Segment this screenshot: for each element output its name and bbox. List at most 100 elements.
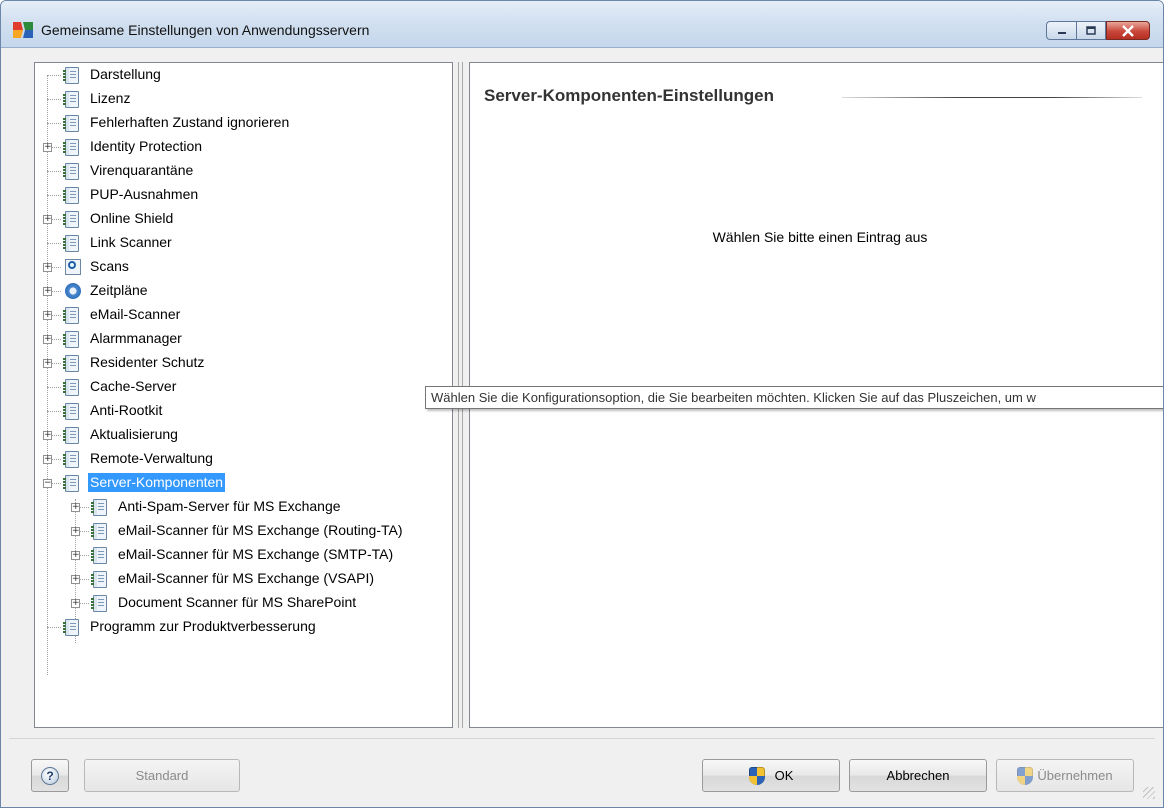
tree-item[interactable]: + eMail-Scanner für MS Exchange (VSAPI): [35, 567, 452, 591]
dialog-body: Darstellung Lizenz Fehlerhaften Zustand ig…: [9, 48, 1163, 799]
doc-icon: [91, 499, 107, 516]
tree-item[interactable]: + eMail-Scanner für MS Exchange (SMTP-TA): [35, 543, 452, 567]
tree-item[interactable]: + Residenter Schutz: [35, 351, 452, 375]
expand-icon[interactable]: +: [43, 287, 52, 296]
tree-connector-line: [47, 123, 61, 124]
tree-item[interactable]: + Document Scanner für MS SharePoint: [35, 591, 452, 615]
tree-item[interactable]: + eMail-Scanner für MS Exchange (Routing-…: [35, 519, 452, 543]
doc-icon: [63, 355, 79, 372]
collapse-icon[interactable]: −: [43, 479, 52, 488]
caption-buttons: [1046, 21, 1150, 40]
tree-item-label: Lizenz: [90, 90, 131, 106]
ok-button[interactable]: OK: [702, 759, 840, 792]
settings-tree[interactable]: Darstellung Lizenz Fehlerhaften Zustand ig…: [34, 62, 453, 728]
tree-item[interactable]: + Identity Protection: [35, 135, 452, 159]
tree-item[interactable]: + Remote-Verwaltung: [35, 447, 452, 471]
standard-button[interactable]: Standard: [84, 759, 240, 792]
empty-selection-message: Wählen Sie bitte einen Eintrag aus: [712, 229, 928, 245]
tree-item-label: Link Scanner: [90, 234, 172, 250]
tree-item-label: eMail-Scanner für MS Exchange (SMTP-TA): [118, 546, 394, 562]
tree-item-label: Server-Komponenten: [88, 473, 226, 492]
tree-item[interactable]: + eMail-Scanner: [35, 303, 452, 327]
tree-item[interactable]: Anti-Rootkit: [35, 399, 452, 423]
doc-icon: [63, 427, 79, 444]
expand-icon[interactable]: +: [43, 335, 52, 344]
apply-button-label: Übernehmen: [1037, 768, 1113, 783]
tree-item-label: Identity Protection: [90, 138, 203, 154]
tree-item[interactable]: Cache-Server: [35, 375, 452, 399]
schedule-icon: [65, 283, 81, 299]
doc-icon: [63, 379, 79, 396]
expand-icon[interactable]: +: [43, 215, 52, 224]
tree-item[interactable]: Lizenz: [35, 87, 452, 111]
tree-item-label: Residenter Schutz: [90, 354, 205, 370]
resize-grip[interactable]: [1143, 787, 1155, 799]
footer-divider: [9, 738, 1155, 739]
tree-item-label: Online Shield: [90, 210, 174, 226]
doc-icon: [63, 307, 79, 324]
tree-item[interactable]: + Scans: [35, 255, 452, 279]
tree-item-label: Scans: [90, 258, 129, 274]
expand-icon[interactable]: +: [43, 263, 52, 272]
tree-item-label: Virenquarantäne: [90, 162, 194, 178]
expand-icon[interactable]: +: [43, 455, 52, 464]
expand-icon[interactable]: +: [43, 359, 52, 368]
maximize-icon: [1086, 25, 1096, 35]
expand-icon[interactable]: +: [71, 551, 80, 560]
tree-connector-line: [47, 411, 61, 412]
tree-connector-line: [47, 243, 61, 244]
tree-item[interactable]: + Aktualisierung: [35, 423, 452, 447]
expand-icon[interactable]: +: [43, 431, 52, 440]
tree-item[interactable]: + Online Shield: [35, 207, 452, 231]
tree-item[interactable]: PUP-Ausnahmen: [35, 183, 452, 207]
expand-icon[interactable]: +: [43, 143, 52, 152]
expand-icon[interactable]: +: [71, 503, 80, 512]
expand-icon[interactable]: +: [43, 311, 52, 320]
cancel-button-label: Abbrechen: [886, 768, 950, 783]
close-icon: [1122, 24, 1134, 37]
tree-item[interactable]: Virenquarantäne: [35, 159, 452, 183]
doc-icon: [63, 235, 79, 252]
tree-item[interactable]: + Alarmmanager: [35, 327, 452, 351]
help-icon: ?: [41, 766, 59, 785]
tree-item[interactable]: Darstellung: [35, 63, 452, 87]
expand-icon[interactable]: +: [71, 527, 80, 536]
minimize-button[interactable]: [1046, 21, 1076, 40]
close-button[interactable]: [1106, 21, 1150, 40]
tree-item-label: Darstellung: [90, 66, 161, 82]
tree-item[interactable]: Programm zur Produktverbesserung: [35, 615, 452, 639]
tree-item[interactable]: Fehlerhaften Zustand ignorieren: [35, 111, 452, 135]
tree-item[interactable]: Link Scanner: [35, 231, 452, 255]
doc-icon: [91, 547, 107, 564]
doc-icon: [63, 211, 79, 228]
tooltip: Wählen Sie die Konfigurationsoption, die…: [425, 386, 1163, 409]
doc-icon: [91, 595, 107, 612]
tree-item[interactable]: − Server-Komponenten: [35, 471, 452, 495]
doc-icon: [63, 115, 79, 132]
tree-connector-line: [47, 99, 61, 100]
tree-item[interactable]: + Zeitpläne: [35, 279, 452, 303]
scan-icon: [65, 259, 81, 275]
apply-button[interactable]: Übernehmen: [996, 759, 1134, 792]
expand-icon[interactable]: +: [71, 575, 80, 584]
tree-connector-line: [47, 195, 61, 196]
avg-logo-icon: [13, 22, 33, 38]
doc-icon: [91, 523, 107, 540]
doc-icon: [63, 67, 79, 84]
cancel-button[interactable]: Abbrechen: [849, 759, 987, 792]
title-bar[interactable]: Gemeinsame Einstellungen von Anwendungss…: [1, 1, 1163, 48]
expand-icon[interactable]: +: [71, 599, 80, 608]
tree-item-label: eMail-Scanner für MS Exchange (VSAPI): [118, 570, 374, 586]
doc-icon: [63, 451, 79, 468]
tree-connector-line: [47, 627, 61, 628]
standard-button-label: Standard: [135, 768, 189, 783]
window-title: Gemeinsame Einstellungen von Anwendungss…: [41, 22, 370, 38]
tree-item[interactable]: + Anti-Spam-Server für MS Exchange: [35, 495, 452, 519]
minimize-icon: [1057, 31, 1066, 34]
maximize-button[interactable]: [1076, 21, 1106, 40]
tree-item-label: Remote-Verwaltung: [90, 450, 213, 466]
help-button[interactable]: ?: [31, 759, 69, 792]
tree-item-label: Document Scanner für MS SharePoint: [118, 594, 357, 610]
tree-item-label: Aktualisierung: [90, 426, 178, 442]
tree-item-label: Cache-Server: [90, 378, 177, 394]
